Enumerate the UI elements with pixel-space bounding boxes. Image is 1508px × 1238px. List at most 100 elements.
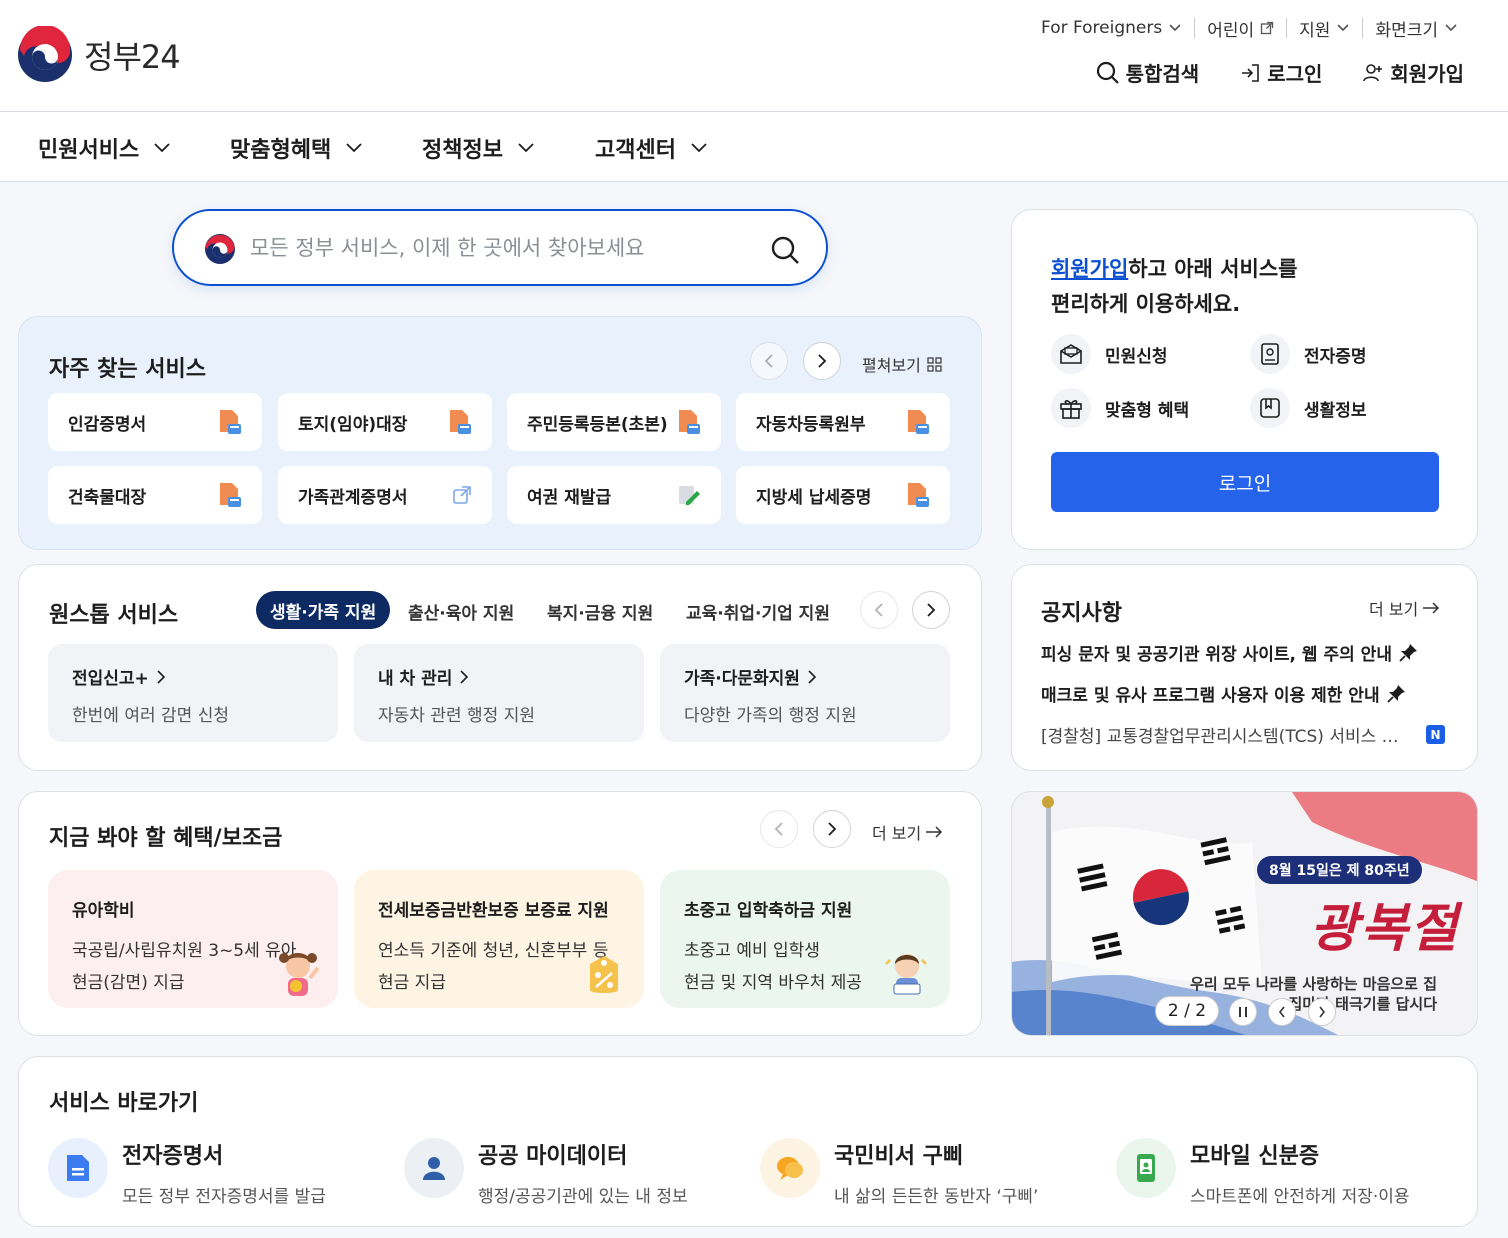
notice-item[interactable]: 피싱 문자 및 공공기관 위장 사이트, 웹 주의 안내	[1041, 640, 1418, 665]
certificate-icon	[1250, 334, 1290, 374]
benefits-more-link[interactable]: 더 보기	[872, 820, 943, 844]
signup-inline-link[interactable]: 회원가입	[1051, 257, 1128, 281]
service-item[interactable]: 인감증명서	[48, 393, 262, 451]
onestop-item-desc: 자동차 관련 행정 지원	[378, 706, 535, 726]
quicklink-gubbi[interactable]: 국민비서 구삐 내 삶의 든든한 동반자 ‘구삐’	[760, 1138, 1038, 1207]
service-label: 지방세 납세증명	[756, 487, 872, 508]
login-button[interactable]: 로그인	[1051, 452, 1439, 512]
onestop-item[interactable]: 전입신고+ 한번에 여러 감면 신청	[48, 644, 338, 742]
chevron-right-icon	[157, 669, 165, 684]
main-navigation: 민원서비스 맞춤형혜택 정책정보 고객센터	[0, 112, 1508, 182]
prev-button[interactable]	[750, 342, 788, 380]
member-message-text: 하고 아래 서비스를	[1128, 257, 1298, 281]
service-item[interactable]: 주민등록등본(초본)	[507, 393, 721, 451]
liberation-day-banner[interactable]: 8월 15일은 제 80주년 광복절 우리 모두 나라를 사랑하는 마음으로 집…	[1011, 791, 1478, 1036]
notice-item[interactable]: [경찰청] 교통경찰업무관리시스템(TCS) 서비스 … N	[1041, 722, 1445, 747]
nav-custom-benefits[interactable]: 맞춤형혜택	[230, 132, 363, 164]
signup-link[interactable]: 회원가입	[1362, 58, 1464, 87]
chevron-right-icon	[1319, 1006, 1326, 1018]
chevron-down-icon	[1337, 24, 1350, 32]
quicklink-title: 모바일 신분증	[1190, 1144, 1320, 1169]
service-item[interactable]: 자동차등록원부	[736, 393, 950, 451]
quicklink-public-mydata[interactable]: 공공 마이데이터 행정/공공기관에 있는 내 정보	[404, 1138, 688, 1207]
chevron-right-icon	[818, 354, 827, 368]
quicklink-e-certificate[interactable]: 전자증명서 모든 정부 전자증명서를 발급	[48, 1138, 326, 1207]
expand-view-link[interactable]: 펼쳐보기	[862, 352, 942, 376]
tab-birth-childcare[interactable]: 출산·육아 지원	[408, 599, 514, 624]
feature-e-certificate[interactable]: 전자증명	[1250, 334, 1367, 374]
utility-for-foreigners[interactable]: For Foreigners	[1029, 18, 1194, 38]
utility-kids[interactable]: 어린이	[1194, 18, 1286, 41]
notice-more-link[interactable]: 더 보기	[1369, 596, 1440, 620]
banner-headline: 광복절	[1310, 898, 1460, 959]
utility-screen-size[interactable]: 화면크기	[1362, 18, 1470, 41]
grid-icon	[927, 356, 942, 372]
next-button[interactable]	[912, 591, 950, 629]
login-link[interactable]: 로그인	[1239, 58, 1322, 87]
banner-pause-button[interactable]	[1229, 998, 1257, 1026]
search-input[interactable]	[250, 231, 730, 265]
nav-label: 맞춤형혜택	[230, 138, 332, 163]
notice-item[interactable]: 매크로 및 유사 프로그램 사용자 이용 제한 안내	[1041, 681, 1406, 706]
chevron-left-icon	[774, 822, 783, 836]
benefit-card[interactable]: 전세보증금반환보증 보증료 지원 연소득 기준에 청년, 신혼부부 등 현금 지급	[354, 870, 644, 1008]
banner-prev-button[interactable]	[1268, 998, 1296, 1026]
service-item[interactable]: 가족관계증명서	[278, 466, 492, 524]
person-icon	[404, 1138, 464, 1198]
pdf-doc-icon	[220, 410, 241, 434]
member-message-text: 편리하게 이용하세요.	[1051, 292, 1241, 316]
chevron-right-icon	[927, 603, 936, 617]
external-link-icon	[1261, 21, 1274, 35]
header: 정부24 For Foreigners 어린이 지원 화면크기 통합검색 로그인…	[0, 0, 1508, 112]
banner-next-button[interactable]	[1308, 998, 1336, 1026]
login-icon	[1242, 63, 1259, 82]
mail-icon	[1051, 334, 1091, 374]
member-message: 회원가입하고 아래 서비스를 편리하게 이용하세요.	[1051, 252, 1297, 322]
integrated-search-link[interactable]: 통합검색	[1096, 58, 1199, 87]
utility-support[interactable]: 지원	[1286, 18, 1362, 41]
nav-customer-center[interactable]: 고객센터	[595, 132, 708, 164]
more-label: 더 보기	[1369, 600, 1419, 619]
tab-life-family[interactable]: 생활·가족 지원	[256, 591, 391, 629]
service-item[interactable]: 토지(임야)대장	[278, 393, 492, 451]
quicklink-mobile-id[interactable]: 모바일 신분증 스마트폰에 안전하게 저장·이용	[1116, 1138, 1410, 1207]
service-item[interactable]: 여권 재발급	[507, 466, 721, 524]
more-label: 더 보기	[872, 824, 922, 843]
site-logo[interactable]: 정부24	[16, 26, 181, 84]
pin-icon	[1386, 684, 1405, 703]
search-icon	[1096, 61, 1119, 84]
prev-button[interactable]	[760, 810, 798, 848]
new-badge: N	[1426, 725, 1445, 744]
service-item[interactable]: 지방세 납세증명	[736, 466, 950, 524]
feature-custom-benefits[interactable]: 맞춤형 혜택	[1051, 388, 1189, 428]
notice-title: 공지사항	[1041, 601, 1122, 626]
next-button[interactable]	[813, 810, 851, 848]
chevron-right-icon	[808, 669, 816, 684]
benefit-desc-line: 초중고 예비 입학생	[684, 941, 820, 961]
benefit-card[interactable]: 유아학비 국공립/사립유치원 3~5세 유아 현금(감면) 지급	[48, 870, 338, 1008]
next-button[interactable]	[803, 342, 841, 380]
onestop-item[interactable]: 가족·다문화지원 다양한 가족의 행정 지원	[660, 644, 950, 742]
nav-civil-services[interactable]: 민원서비스	[38, 132, 171, 164]
prev-button[interactable]	[860, 591, 898, 629]
student-character-icon	[885, 954, 927, 995]
service-label: 주민등록등본(초본)	[527, 414, 668, 435]
feature-civil-application[interactable]: 민원신청	[1051, 334, 1168, 374]
document-icon	[48, 1138, 108, 1198]
chevron-left-icon	[764, 354, 773, 368]
benefit-card[interactable]: 초중고 입학축하금 지원 초중고 예비 입학생 현금 및 지역 바우처 제공	[660, 870, 950, 1008]
benefits-title: 지금 봐야 할 혜택/보조금	[49, 826, 283, 851]
quicklink-desc: 행정/공공기관에 있는 내 정보	[478, 1187, 688, 1207]
feature-label: 생활정보	[1304, 400, 1367, 421]
benefit-title: 초중고 입학축하금 지원	[684, 901, 853, 921]
tab-welfare-finance[interactable]: 복지·금융 지원	[547, 599, 653, 624]
feature-life-info[interactable]: 생활정보	[1250, 388, 1367, 428]
search-icon[interactable]	[770, 235, 800, 265]
benefit-desc-line: 국공립/사립유치원 3~5세 유아	[72, 941, 297, 961]
tab-education-jobs[interactable]: 교육·취업·기업 지원	[686, 599, 830, 624]
utility-menu: For Foreigners 어린이 지원 화면크기	[1029, 18, 1470, 41]
utility-label: 어린이	[1207, 20, 1255, 41]
nav-policy-info[interactable]: 정책정보	[422, 132, 535, 164]
service-item[interactable]: 건축물대장	[48, 466, 262, 524]
onestop-item[interactable]: 내 차 관리 자동차 관련 행정 지원	[354, 644, 644, 742]
